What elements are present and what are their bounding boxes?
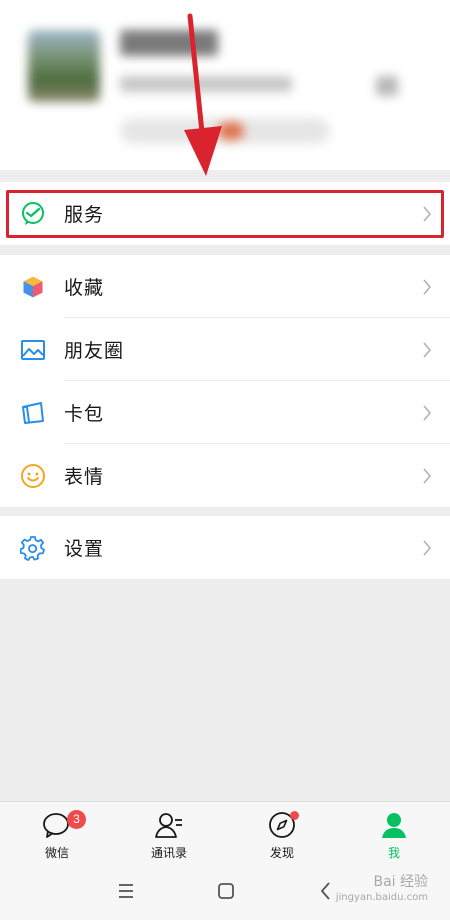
gear-icon	[20, 535, 45, 561]
watermark-title: Bai 经验	[373, 874, 428, 890]
menu-item-label: 收藏	[64, 278, 105, 299]
notification-dot	[290, 811, 299, 820]
tab-label: 发现	[269, 846, 294, 860]
menu-item-label: 朋友圈	[64, 341, 125, 362]
tab-contacts[interactable]: 通讯录	[113, 802, 225, 866]
menu-item-label: 表情	[64, 467, 105, 488]
favorites-cube-icon	[22, 274, 44, 299]
chevron-right-icon	[423, 278, 432, 295]
menu-item-card-wallet[interactable]: 卡包	[0, 381, 450, 444]
bottom-tab-bar: 3 微信 通讯录 发现 我	[0, 801, 450, 865]
unread-badge: 3	[67, 810, 86, 829]
chevron-right-icon	[423, 205, 432, 222]
back-icon[interactable]	[314, 879, 338, 903]
menu-item-label: 卡包	[64, 404, 105, 425]
qr-code-icon[interactable]	[376, 76, 398, 96]
service-group: 服务	[0, 182, 450, 245]
moments-image-icon	[21, 339, 45, 360]
me-person-icon	[382, 813, 406, 838]
menu-item-moments[interactable]: 朋友圈	[0, 318, 450, 381]
watermark-url: jingyan.baidu.com	[335, 892, 428, 903]
watermark: Bai 经验 jingyan.baidu.com	[336, 874, 428, 906]
menu-item-label: 服务	[64, 205, 105, 226]
menu-group: 收藏 朋友圈 卡包 表情	[0, 255, 450, 507]
home-icon[interactable]	[214, 879, 238, 903]
tab-label: 通讯录	[150, 846, 187, 860]
wechat-pay-icon	[22, 201, 44, 225]
menu-item-service[interactable]: 服务	[0, 182, 450, 245]
contacts-icon	[155, 813, 182, 838]
menu-item-settings[interactable]: 设置	[0, 516, 450, 579]
avatar[interactable]	[28, 30, 100, 102]
chevron-right-icon	[423, 341, 432, 358]
menu-item-label: 设置	[64, 539, 105, 560]
tab-discover[interactable]: 发现	[226, 802, 338, 866]
menu-icon[interactable]	[114, 879, 138, 903]
tab-label: 微信	[44, 846, 69, 860]
menu-item-stickers[interactable]: 表情	[0, 444, 450, 507]
card-wallet-icon	[22, 401, 44, 424]
profile-name-blurred	[120, 30, 218, 56]
profile-card[interactable]	[0, 0, 450, 170]
tab-chats[interactable]: 3 微信	[1, 802, 113, 866]
menu-item-favorites[interactable]: 收藏	[0, 255, 450, 318]
chevron-right-icon	[423, 539, 432, 556]
tab-me[interactable]: 我	[338, 802, 450, 866]
chevron-right-icon	[423, 404, 432, 421]
settings-group: 设置	[0, 516, 450, 579]
wechat-id-blurred	[120, 76, 292, 92]
status-pill-blurred[interactable]	[120, 118, 330, 144]
tab-label: 我	[387, 846, 400, 860]
chevron-right-icon	[423, 467, 432, 484]
profile-blurred-content	[0, 0, 450, 170]
sticker-smile-icon	[21, 463, 45, 488]
